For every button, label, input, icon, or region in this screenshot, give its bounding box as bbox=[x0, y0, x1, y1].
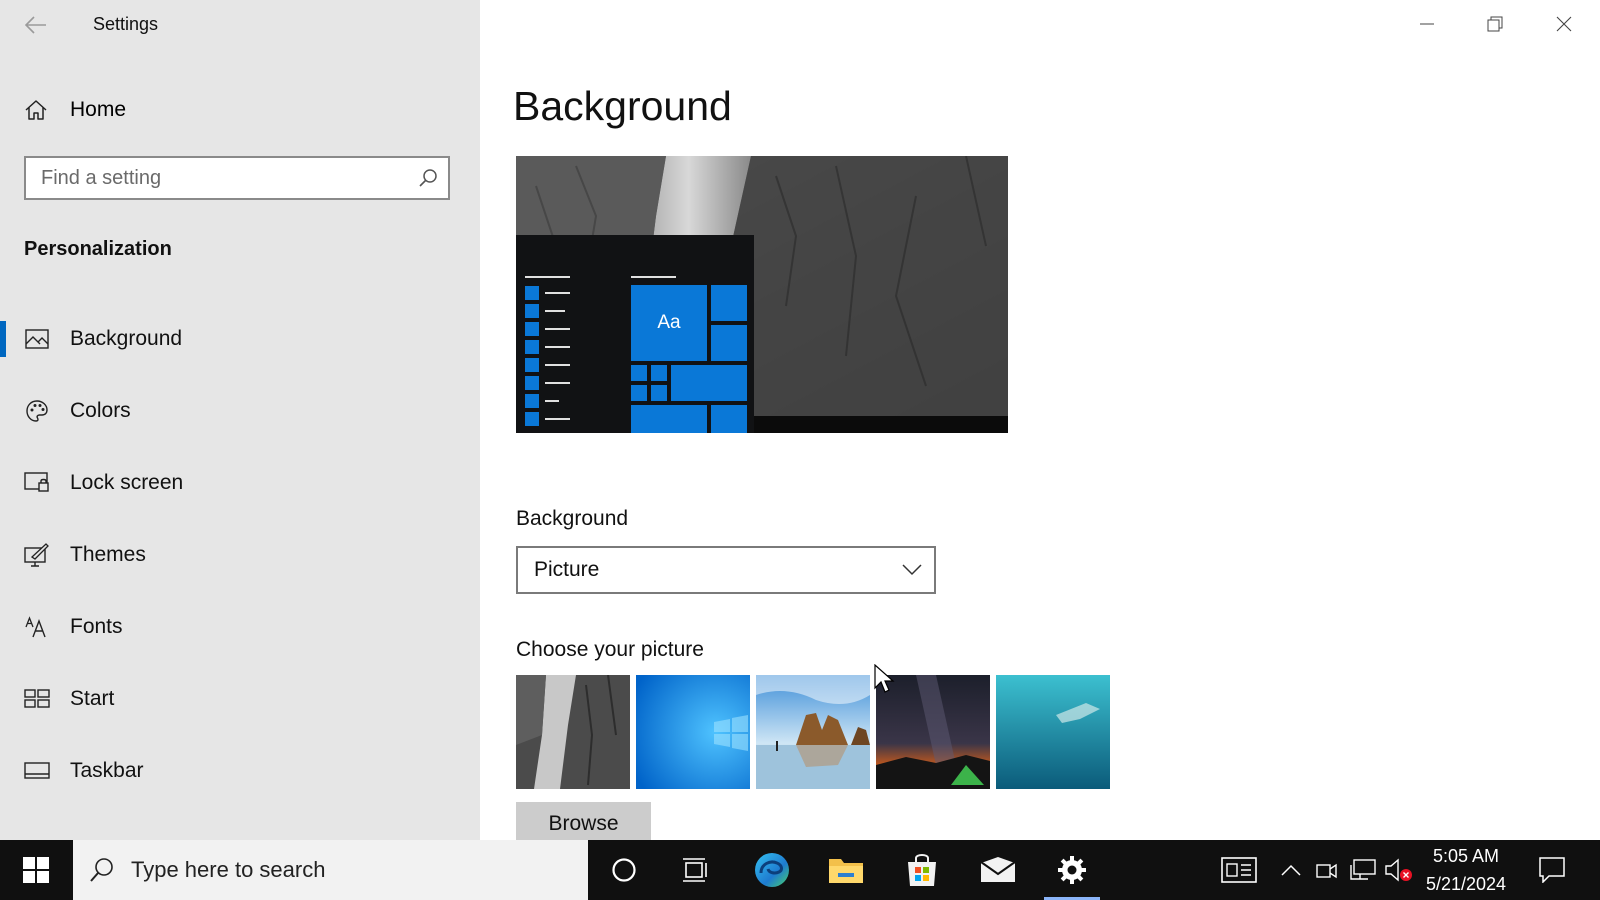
file-explorer-icon bbox=[829, 859, 863, 883]
settings-gear-icon bbox=[1058, 856, 1086, 884]
fonts-icon bbox=[24, 614, 50, 640]
restore-button[interactable] bbox=[1461, 0, 1529, 48]
sidebar-item-themes[interactable]: Themes bbox=[0, 519, 480, 591]
background-type-label: Background bbox=[516, 507, 629, 530]
sidebar-item-start[interactable]: Start bbox=[0, 663, 480, 735]
close-icon bbox=[1556, 16, 1572, 32]
notification-icon bbox=[1539, 857, 1565, 883]
sidebar-item-label: Fonts bbox=[70, 615, 123, 638]
sidebar-item-label: Themes bbox=[70, 543, 146, 566]
mouse-cursor-icon bbox=[874, 664, 895, 693]
personalization-nav: Background Colors Lock screen Themes Fon… bbox=[0, 303, 480, 807]
sidebar-item-label: Taskbar bbox=[70, 759, 144, 782]
cortana-icon bbox=[612, 858, 636, 882]
choose-picture-label: Choose your picture bbox=[516, 638, 704, 661]
sidebar-item-background[interactable]: Background bbox=[0, 303, 480, 375]
sidebar-item-fonts[interactable]: Fonts bbox=[0, 591, 480, 663]
thumbnail-rock-cliff[interactable] bbox=[516, 675, 630, 789]
chevron-up-icon bbox=[1281, 864, 1301, 876]
edge-icon bbox=[755, 853, 789, 887]
file-explorer-button[interactable] bbox=[810, 840, 882, 900]
thumbnail-windows-blue[interactable] bbox=[636, 675, 750, 789]
sidebar-item-label: Background bbox=[70, 327, 183, 350]
background-type-dropdown[interactable]: Picture bbox=[516, 546, 936, 594]
restore-icon bbox=[1487, 16, 1503, 32]
back-button[interactable] bbox=[22, 12, 50, 38]
cortana-button[interactable] bbox=[588, 840, 660, 900]
store-button[interactable] bbox=[886, 840, 958, 900]
meet-now-icon bbox=[1316, 863, 1337, 879]
settings-sidebar: Settings Home Personalization Background bbox=[0, 0, 480, 840]
task-view-button[interactable] bbox=[660, 840, 732, 900]
palette-icon bbox=[24, 398, 50, 424]
volume-muted-icon bbox=[1385, 858, 1412, 882]
home-icon bbox=[25, 100, 47, 120]
clock-time: 5:05 AM bbox=[1432, 846, 1500, 866]
taskbar-search-box[interactable]: Type here to search bbox=[73, 840, 588, 900]
news-icon bbox=[1221, 857, 1257, 883]
find-setting-input[interactable] bbox=[26, 165, 408, 191]
search-icon[interactable] bbox=[408, 158, 448, 198]
app-title: Settings bbox=[93, 14, 159, 34]
clock-date: 5/21/2024 bbox=[1425, 874, 1507, 894]
windows-logo-icon bbox=[23, 857, 49, 883]
taskbar-search-placeholder: Type here to search bbox=[131, 857, 326, 882]
volume-button[interactable] bbox=[1385, 840, 1413, 900]
start-button[interactable] bbox=[0, 840, 72, 900]
picture-thumbnails bbox=[516, 675, 1116, 789]
thumbnail-beach-rocks[interactable] bbox=[756, 675, 870, 789]
sidebar-item-label: Colors bbox=[70, 399, 131, 422]
background-type-value: Picture bbox=[534, 558, 600, 581]
show-hidden-icons-button[interactable] bbox=[1279, 840, 1303, 900]
chevron-down-icon bbox=[890, 548, 934, 592]
desktop-preview: Aa bbox=[516, 156, 1008, 433]
back-arrow-icon bbox=[25, 16, 46, 34]
sidebar-item-taskbar[interactable]: Taskbar bbox=[0, 735, 480, 807]
network-icon bbox=[1350, 859, 1376, 880]
taskbar-icon bbox=[24, 758, 50, 784]
thumbnail-underwater-swimmer[interactable] bbox=[996, 675, 1110, 789]
find-setting-search[interactable] bbox=[24, 156, 450, 200]
start-icon bbox=[24, 686, 50, 712]
close-button[interactable] bbox=[1530, 0, 1598, 48]
meet-now-button[interactable] bbox=[1315, 840, 1339, 900]
taskbar-clock[interactable]: 5:05 AM 5/21/2024 bbox=[1416, 840, 1516, 900]
action-center-button[interactable] bbox=[1534, 840, 1570, 900]
home-label: Home bbox=[70, 98, 127, 121]
mail-icon bbox=[980, 857, 1016, 882]
search-icon bbox=[73, 840, 131, 900]
page-title: Background bbox=[513, 83, 732, 129]
picture-icon bbox=[24, 326, 50, 352]
lock-screen-icon bbox=[24, 470, 50, 496]
store-icon bbox=[908, 854, 936, 886]
windows-taskbar: Type here to search 5:05 AM 5/21/2024 bbox=[0, 840, 1600, 900]
themes-icon bbox=[24, 542, 50, 568]
edge-button[interactable] bbox=[736, 840, 808, 900]
section-title: Personalization bbox=[24, 238, 172, 260]
preview-start-menu: Aa bbox=[516, 235, 754, 433]
minimize-button[interactable] bbox=[1393, 0, 1461, 48]
mail-button[interactable] bbox=[962, 840, 1034, 900]
minimize-icon bbox=[1420, 23, 1434, 25]
news-widget-button[interactable] bbox=[1217, 840, 1261, 900]
task-view-icon bbox=[683, 858, 707, 882]
network-button[interactable] bbox=[1349, 840, 1377, 900]
home-nav-item[interactable]: Home bbox=[24, 94, 126, 126]
sidebar-item-label: Start bbox=[70, 687, 115, 710]
sidebar-item-colors[interactable]: Colors bbox=[0, 375, 480, 447]
settings-taskbar-button[interactable] bbox=[1036, 840, 1108, 900]
sidebar-item-lock-screen[interactable]: Lock screen bbox=[0, 447, 480, 519]
sidebar-item-label: Lock screen bbox=[70, 471, 184, 494]
preview-tile-aa: Aa bbox=[631, 285, 707, 361]
